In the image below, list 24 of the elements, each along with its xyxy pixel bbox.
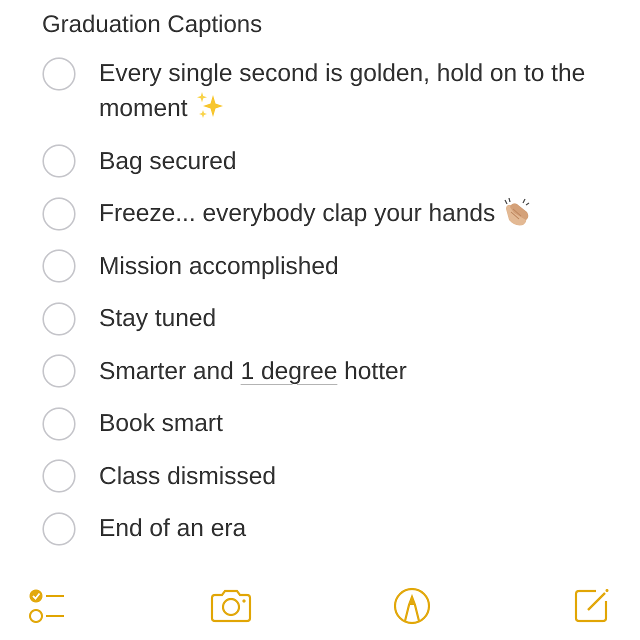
checkbox[interactable]	[42, 406, 76, 440]
checkbox[interactable]	[42, 459, 76, 493]
checkbox[interactable]	[42, 56, 76, 90]
camera-button[interactable]	[208, 588, 253, 624]
checkbox[interactable]	[42, 354, 76, 388]
markup-button[interactable]	[393, 587, 432, 625]
checkbox[interactable]	[42, 512, 76, 546]
checklist-item-text: Freeze... everybody clap your hands	[99, 196, 595, 231]
checkbox[interactable]	[42, 196, 76, 230]
checklist-item-text: Mission accomplished	[99, 252, 340, 282]
checklist-item-text: End of an era	[99, 514, 248, 544]
pen-tip-icon	[393, 587, 432, 625]
checkbox[interactable]	[42, 144, 76, 178]
checklist-item-text: Every single second is golden, hold on to the moment	[99, 59, 586, 124]
checklist-item-text: Class dismissed	[99, 462, 277, 492]
checklist-item-text: Book smart	[99, 409, 224, 439]
checklist-item-text: Stay tuned	[99, 304, 218, 334]
checklist-item-text: Smarter and 1 degree hotter	[99, 356, 408, 386]
checkbox[interactable]	[42, 249, 76, 283]
note-title: Graduation Captions	[42, 10, 264, 40]
detected-link[interactable]: 1 degree	[240, 358, 338, 384]
checkbox[interactable]	[42, 302, 76, 336]
checklist-item-text: Bag secured	[99, 146, 238, 176]
camera-icon	[208, 588, 253, 624]
